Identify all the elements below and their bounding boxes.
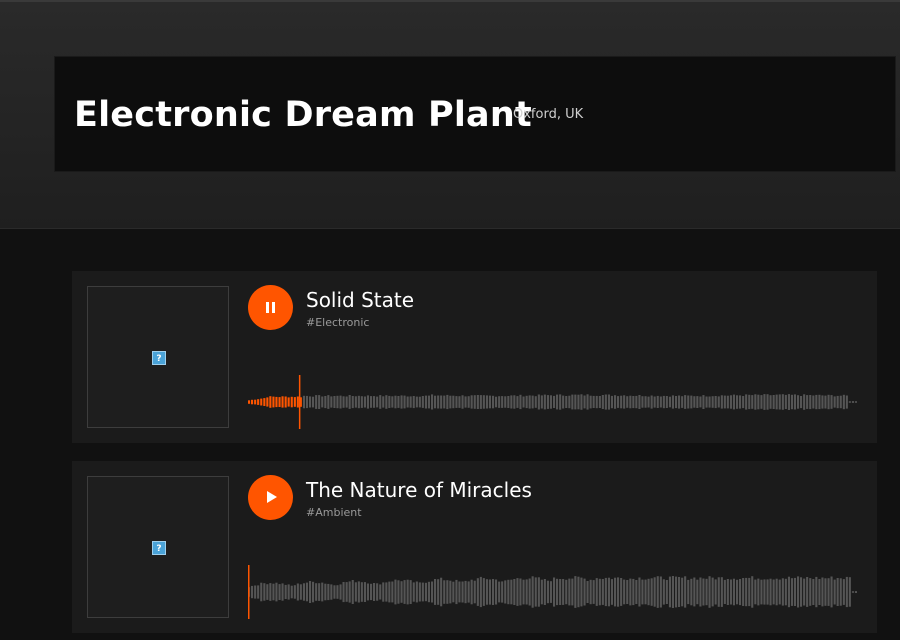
artist-header-banner: Electronic Dream Plant Oxford, UK: [0, 0, 900, 229]
track-title[interactable]: Solid State: [306, 287, 414, 313]
track-artwork[interactable]: ?: [87, 286, 229, 428]
track-waveform[interactable]: [248, 371, 858, 433]
track-title[interactable]: The Nature of Miracles: [306, 477, 532, 503]
track-waveform[interactable]: [248, 561, 858, 623]
playhead: [248, 565, 250, 619]
artist-title-box: Electronic Dream Plant Oxford, UK: [55, 57, 895, 171]
track-artwork[interactable]: ?: [87, 476, 229, 618]
pause-icon: [266, 302, 275, 313]
track-card: ? Solid State #Electronic: [72, 271, 877, 443]
play-button[interactable]: [248, 475, 293, 520]
artist-name: Electronic Dream Plant: [74, 95, 532, 135]
track-genre-tag[interactable]: #Electronic: [306, 316, 369, 329]
top-divider: [0, 0, 900, 2]
pause-button[interactable]: [248, 285, 293, 330]
track-genre-tag[interactable]: #Ambient: [306, 506, 362, 519]
broken-image-icon: ?: [152, 541, 166, 555]
artist-location: Oxford, UK: [513, 107, 584, 122]
track-card: ? The Nature of Miracles #Ambient: [72, 461, 877, 633]
broken-image-icon: ?: [152, 351, 166, 365]
playhead: [298, 375, 301, 429]
play-icon: [267, 491, 277, 503]
